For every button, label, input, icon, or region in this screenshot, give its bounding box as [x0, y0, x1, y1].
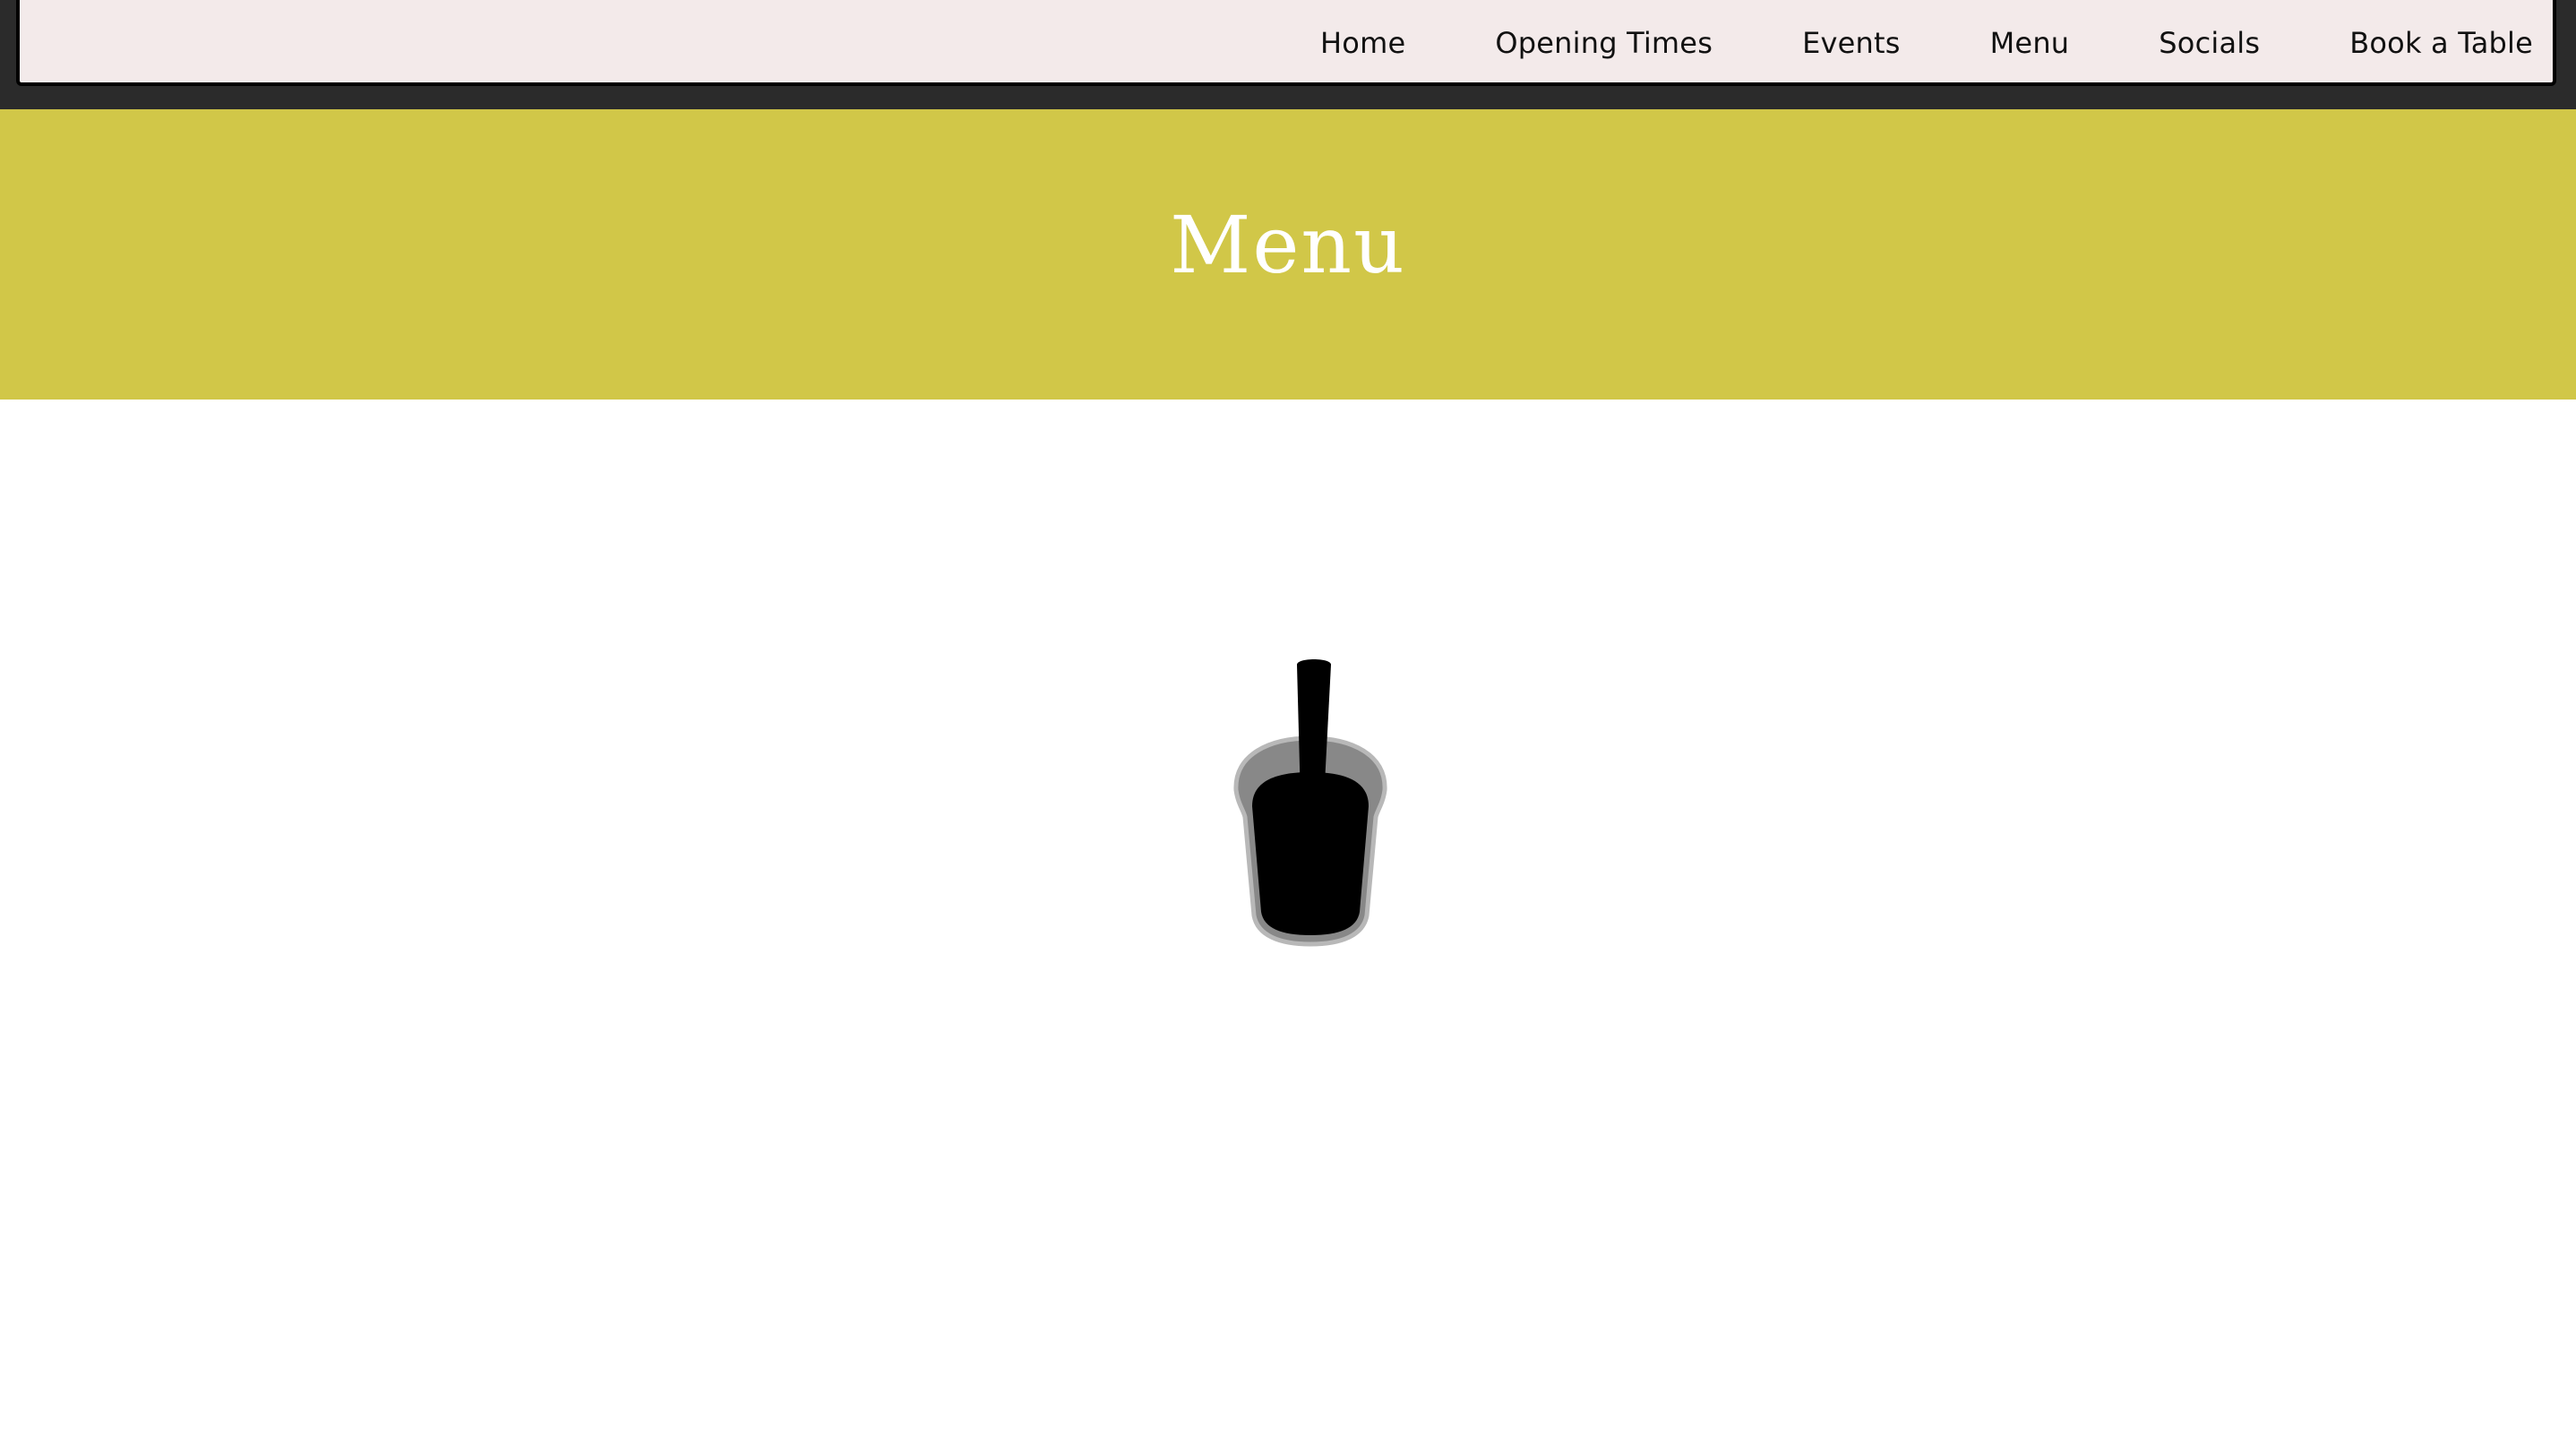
nav-item-opening-times[interactable]: Opening Times — [1495, 26, 1713, 60]
nav-item-book-a-table[interactable]: Book a Table — [2349, 26, 2533, 60]
drink-cup-icon — [1233, 659, 1387, 947]
top-bar: Home Opening Times Events Menu Socials B… — [0, 0, 2576, 109]
main-nav: Home Opening Times Events Menu Socials B… — [1320, 0, 2533, 86]
nav-item-events[interactable]: Events — [1802, 26, 1901, 60]
nav-item-home[interactable]: Home — [1320, 26, 1405, 60]
page-title: Menu — [1170, 199, 1406, 291]
page-banner: Menu — [0, 109, 2576, 400]
nav-panel: Home Opening Times Events Menu Socials B… — [16, 0, 2556, 86]
nav-item-menu[interactable]: Menu — [1990, 26, 2070, 60]
main-content — [0, 400, 2576, 1444]
nav-item-socials[interactable]: Socials — [2159, 26, 2260, 60]
